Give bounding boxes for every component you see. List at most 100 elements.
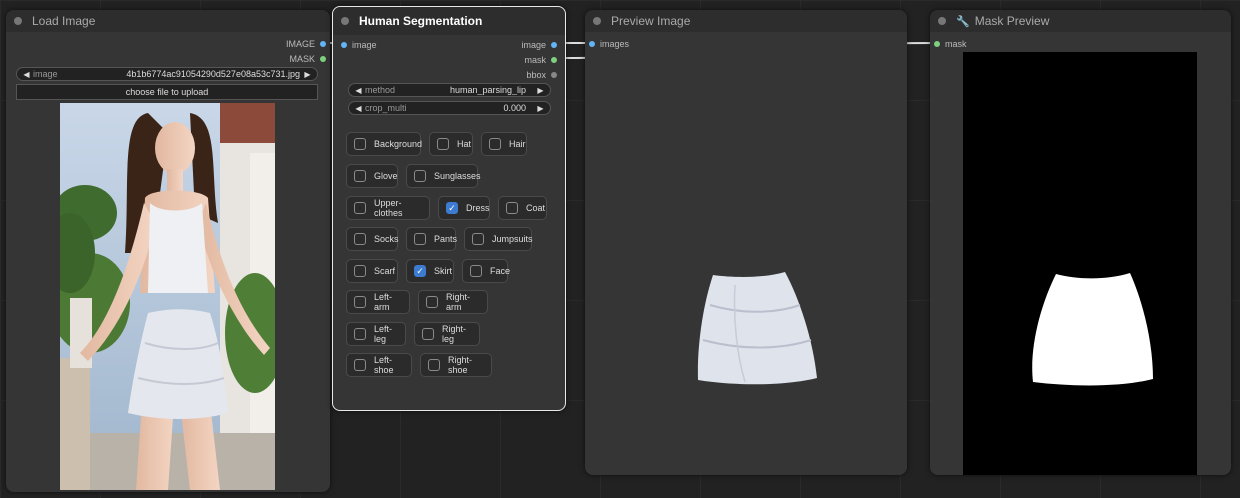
checkbox-hair[interactable]: Hair — [481, 132, 527, 156]
checkbox-label: Left-leg — [374, 324, 393, 344]
slot-dot[interactable] — [341, 42, 347, 48]
checkbox-label: Right-leg — [442, 324, 467, 344]
slot-dot[interactable] — [551, 57, 557, 63]
checkbox-right-arm[interactable]: Right-arm — [418, 290, 488, 314]
arrow-right-icon[interactable]: ▶ — [536, 104, 545, 113]
preview-image-node[interactable]: Preview Image images — [585, 10, 907, 475]
slot-dot[interactable] — [551, 72, 557, 78]
checkbox-background[interactable]: Background — [346, 132, 423, 156]
checkbox-box[interactable] — [472, 233, 484, 245]
slot-dot[interactable] — [551, 42, 557, 48]
checkbox-label: Hat — [457, 139, 472, 149]
checkbox-label: Right-shoe — [448, 355, 473, 375]
checkbox-box[interactable] — [506, 202, 518, 214]
slot-label: IMAGE — [285, 39, 315, 49]
slot-dot[interactable] — [320, 41, 326, 47]
checkbox-left-leg[interactable]: Left-leg — [346, 322, 406, 346]
checkbox-box[interactable] — [354, 265, 366, 277]
checkbox-skirt[interactable]: ✓ Skirt — [406, 259, 454, 283]
method-combo-widget[interactable]: ◀ method human_parsing_lip ▶ — [348, 83, 551, 97]
checkbox-box[interactable] — [489, 138, 501, 150]
checkbox-left-arm[interactable]: Left-arm — [346, 290, 410, 314]
checkbox-box[interactable] — [414, 233, 426, 245]
collapse-toggle[interactable] — [938, 17, 946, 25]
checkbox-box[interactable] — [354, 202, 366, 214]
checkbox-hat[interactable]: Hat — [429, 132, 473, 156]
collapse-toggle[interactable] — [341, 17, 349, 25]
arrow-right-icon[interactable]: ▶ — [303, 70, 312, 79]
checkbox-label: Dress — [466, 203, 490, 213]
checkbox-face[interactable]: Face — [462, 259, 511, 283]
checkbox-coat[interactable]: Coat — [498, 196, 547, 220]
upload-button[interactable]: choose file to upload — [16, 84, 318, 100]
node-header[interactable]: Load Image — [6, 10, 330, 32]
slot-label: image — [521, 40, 546, 50]
checkbox-socks[interactable]: Socks — [346, 227, 399, 251]
checkbox-pants[interactable]: Pants — [406, 227, 457, 251]
load-image-node[interactable]: Load Image IMAGE MASK ◀ image 4b1b6774ac… — [6, 10, 330, 492]
slot-label: mask — [524, 55, 546, 65]
slot-dot[interactable] — [320, 56, 326, 62]
node-title: Load Image — [32, 14, 96, 28]
arrow-right-icon[interactable]: ▶ — [536, 86, 545, 95]
crop-multi-number-widget[interactable]: ◀ crop_multi 0.000 ▶ — [348, 101, 551, 115]
widget-value: 0.000 — [503, 103, 526, 113]
mask-shape — [1032, 273, 1153, 386]
checkbox-box[interactable] — [354, 138, 366, 150]
checkbox-box[interactable] — [426, 296, 438, 308]
checkbox-box[interactable] — [354, 328, 366, 340]
arrow-left-icon[interactable]: ◀ — [22, 70, 31, 79]
arrow-left-icon[interactable]: ◀ — [354, 104, 363, 113]
widget-label: crop_multi — [365, 103, 407, 113]
checkbox-glove[interactable]: Glove — [346, 164, 398, 188]
checkbox-right-shoe[interactable]: Right-shoe — [420, 353, 492, 377]
checkbox-box[interactable] — [422, 328, 434, 340]
checkbox-box[interactable] — [354, 170, 366, 182]
slot-dot[interactable] — [934, 41, 940, 47]
widget-value: 4b1b6774ac91054290d527e08a53c731.jpg — [126, 69, 300, 79]
slot-label: MASK — [289, 54, 315, 64]
input-mask-slot[interactable]: mask — [934, 38, 967, 50]
node-header[interactable]: 🔧 Mask Preview — [930, 10, 1231, 32]
checkmark-icon[interactable]: ✓ — [446, 202, 458, 214]
checkbox-dress[interactable]: ✓ Dress — [438, 196, 490, 220]
output-bbox-slot[interactable]: bbox — [526, 69, 557, 81]
checkmark-icon[interactable]: ✓ — [414, 265, 426, 277]
checkbox-scarf[interactable]: Scarf — [346, 259, 398, 283]
human-segmentation-node[interactable]: Human Segmentation image image mask bbox… — [332, 6, 566, 411]
widget-label: method — [365, 85, 396, 95]
arrow-left-icon[interactable]: ◀ — [354, 86, 363, 95]
checkbox-left-shoe[interactable]: Left-shoe — [346, 353, 412, 377]
checkbox-label: Scarf — [374, 266, 396, 276]
mask-preview-node[interactable]: 🔧 Mask Preview mask — [930, 10, 1231, 475]
output-mask-slot[interactable]: MASK — [289, 53, 326, 65]
checkbox-box[interactable] — [437, 138, 449, 150]
checkbox-box[interactable] — [470, 265, 482, 277]
checkbox-label: Face — [490, 266, 511, 276]
collapse-toggle[interactable] — [14, 17, 22, 25]
checkbox-label: Background — [374, 139, 423, 149]
checkbox-label: Glove — [374, 171, 398, 181]
checkbox-jumpsuits[interactable]: Jumpsuits — [464, 227, 533, 251]
output-image-slot[interactable]: image — [521, 39, 557, 51]
checkbox-box[interactable] — [354, 233, 366, 245]
node-title: Human Segmentation — [359, 14, 483, 28]
slot-label: image — [352, 40, 377, 50]
slot-label: bbox — [526, 70, 546, 80]
checkbox-box[interactable] — [414, 170, 426, 182]
widget-label: image — [33, 69, 58, 79]
output-mask-slot[interactable]: mask — [524, 54, 557, 66]
output-image-slot[interactable]: IMAGE — [286, 38, 326, 50]
input-image-slot[interactable]: image — [341, 39, 377, 51]
checkbox-box[interactable] — [428, 359, 440, 371]
image-combo-widget[interactable]: ◀ image 4b1b6774ac91054290d527e08a53c731… — [16, 67, 318, 81]
checkbox-label: Hair — [509, 139, 526, 149]
checkbox-label: Coat — [526, 203, 546, 213]
checkbox-box[interactable] — [354, 359, 366, 371]
checkbox-upper-clothes[interactable]: Upper-clothes — [346, 196, 430, 220]
checkbox-box[interactable] — [354, 296, 366, 308]
checkbox-right-leg[interactable]: Right-leg — [414, 322, 480, 346]
checkbox-sunglasses[interactable]: Sunglasses — [406, 164, 481, 188]
checkbox-label: Jumpsuits — [492, 234, 533, 244]
node-header[interactable]: Human Segmentation — [333, 7, 565, 35]
